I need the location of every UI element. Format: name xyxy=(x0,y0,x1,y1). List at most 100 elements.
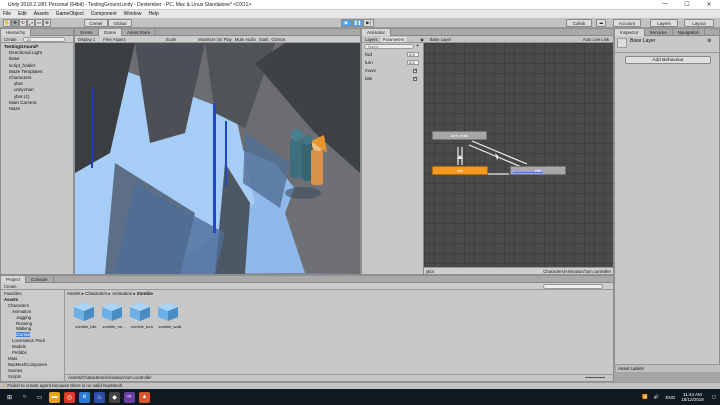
file-explorer-icon[interactable]: ▬ xyxy=(49,391,60,403)
chrome-icon[interactable]: ◎ xyxy=(64,391,75,403)
hand-tool-icon[interactable]: ✋ xyxy=(3,19,11,27)
tray-clock[interactable]: 11:44 AM 18/12/2018 xyxy=(681,392,704,402)
pause-button[interactable]: ❚❚ xyxy=(352,19,363,27)
auto-live-link-toggle[interactable]: Auto Live Link xyxy=(583,37,609,42)
tray-volume-icon[interactable]: 🔊 xyxy=(654,394,660,400)
hierarchy-item[interactable]: Base xyxy=(9,56,19,61)
menu-assets[interactable]: Assets xyxy=(34,11,49,17)
project-folder-item[interactable]: Prefabs xyxy=(12,350,27,355)
menu-gameobject[interactable]: GameObject xyxy=(56,11,84,17)
state-bite[interactable]: bite xyxy=(510,166,566,175)
game-viewport[interactable] xyxy=(75,43,360,274)
inspector-settings-icon[interactable]: ⚙ xyxy=(707,38,711,44)
task-view-icon[interactable]: ▭ xyxy=(34,392,45,403)
windows-start-icon[interactable]: ⊞ xyxy=(4,392,15,403)
tab-project[interactable]: Project xyxy=(1,276,27,283)
breadcrumb-zombie[interactable]: Zombie xyxy=(137,291,153,297)
project-folder-item[interactable]: Running xyxy=(16,321,32,326)
state-idle[interactable]: idle xyxy=(432,166,488,175)
project-folder-item[interactable]: Locomotion Pack xyxy=(12,338,45,343)
step-button[interactable]: ▶| xyxy=(363,19,374,27)
hierarchy-item[interactable]: TestingGround* xyxy=(4,44,38,49)
tab-navigation[interactable]: Navigation xyxy=(673,29,706,36)
input-language[interactable]: ENG xyxy=(665,395,675,400)
tab-game[interactable]: Game xyxy=(98,29,123,36)
menu-help[interactable]: Help xyxy=(148,11,158,17)
hierarchy-item[interactable]: Directional Light xyxy=(9,50,42,55)
menu-component[interactable]: Component xyxy=(91,11,117,17)
animator-graph[interactable]: turn_walk idle bite xyxy=(424,43,613,267)
account-dropdown[interactable]: Account xyxy=(613,19,641,27)
minimize-button[interactable]: — xyxy=(654,1,676,8)
tab-parameters[interactable]: Parameters xyxy=(380,36,407,42)
collab-button[interactable]: Collab xyxy=(566,19,592,27)
animator-breadcrumb[interactable]: Base Layer xyxy=(430,37,451,42)
project-folder-item[interactable]: Zombie xyxy=(16,332,31,338)
stats-toggle[interactable]: Stats xyxy=(259,37,269,42)
aspect-dropdown[interactable]: Free Aspect xyxy=(103,37,125,42)
menu-edit[interactable]: Edit xyxy=(18,11,27,17)
asset-zombie-turn[interactable]: zombie_turn xyxy=(129,302,155,329)
layers-dropdown[interactable]: Layers xyxy=(650,19,678,27)
project-folder-item[interactable]: Walking xyxy=(16,326,31,331)
tab-hierarchy[interactable]: Hierarchy xyxy=(1,29,32,36)
project-search-input[interactable] xyxy=(543,283,603,289)
project-folder-item[interactable]: Jogging xyxy=(16,315,31,320)
project-create-button[interactable]: Create xyxy=(4,284,17,289)
parameter-value[interactable]: 0.0 xyxy=(407,52,419,57)
cloud-icon[interactable]: ☁ xyxy=(596,19,606,27)
project-folder-item[interactable]: Characters xyxy=(8,303,29,308)
tab-services[interactable]: Services xyxy=(645,29,673,36)
breadcrumb-assets[interactable]: Assets xyxy=(67,291,81,297)
hierarchy-item[interactable]: Maze xyxy=(9,106,20,111)
transform-tool-icon[interactable]: ⊕ xyxy=(43,19,51,27)
pivot-toggle[interactable]: Center xyxy=(84,19,108,27)
parameter-row-fwd[interactable]: fwd 0.0 xyxy=(363,51,421,58)
breadcrumb-animation[interactable]: Animation xyxy=(112,291,132,297)
project-folder-item[interactable]: Mats xyxy=(8,356,17,361)
play-button[interactable]: ▶ xyxy=(341,19,352,27)
hierarchy-search-input[interactable]: All xyxy=(22,36,65,42)
gizmos-toggle[interactable]: Gizmos xyxy=(271,37,285,42)
scale-tool-icon[interactable]: ⤢ xyxy=(27,19,35,27)
unity-icon[interactable]: ◆ xyxy=(109,391,120,403)
menu-window[interactable]: Window xyxy=(124,11,142,17)
tab-console[interactable]: Console xyxy=(26,276,54,283)
parameter-checkbox[interactable] xyxy=(413,68,418,74)
move-tool-icon[interactable]: ✥ xyxy=(11,19,19,27)
parameter-row-turn[interactable]: turn 0.0 xyxy=(363,59,421,66)
add-parameter-icon[interactable]: + xyxy=(416,43,419,49)
add-behaviour-button[interactable]: Add Behaviour xyxy=(625,56,711,64)
asset-zombie-walk[interactable]: zombie_walk xyxy=(157,302,183,329)
parameter-row-move[interactable]: move xyxy=(363,67,421,74)
search-icon[interactable]: ○ xyxy=(19,392,30,403)
parameter-checkbox[interactable] xyxy=(413,76,418,82)
tab-inspector[interactable]: Inspector xyxy=(615,29,645,36)
visual-studio-icon[interactable]: ∞ xyxy=(124,391,135,403)
parameter-row-bite[interactable]: bite xyxy=(363,75,421,82)
menu-file[interactable]: File xyxy=(3,11,11,17)
asset-zombie-idle[interactable]: zombie_idle xyxy=(73,302,99,329)
status-message[interactable]: Failed to create agent because there is … xyxy=(7,383,122,388)
project-folder-item[interactable]: Models xyxy=(12,344,26,349)
project-folder-item[interactable]: Assets xyxy=(4,297,18,302)
project-folder-item[interactable]: Scripts xyxy=(8,374,21,379)
state-turn-walk[interactable]: turn_walk xyxy=(432,131,487,140)
hierarchy-item[interactable]: Maze Templates xyxy=(9,69,42,74)
project-folder-item[interactable]: Scenes xyxy=(8,368,22,373)
project-folder-item[interactable]: Favorites xyxy=(4,291,22,296)
asset-labels-header[interactable]: Asset Labels xyxy=(616,365,720,372)
icon-size-slider[interactable] xyxy=(585,377,605,378)
app-icon[interactable]: ▲ xyxy=(139,391,150,403)
hierarchy-create-button[interactable]: Create xyxy=(4,37,17,42)
tab-scene[interactable]: Scene xyxy=(75,29,99,36)
hierarchy-item[interactable]: Main Camera xyxy=(9,100,37,105)
hierarchy-item[interactable]: script_holder xyxy=(9,63,35,68)
notification-icon[interactable]: ▢ xyxy=(712,394,716,400)
hierarchy-item[interactable]: ybot xyxy=(14,81,23,86)
maximize-button[interactable]: ☐ xyxy=(676,1,698,8)
tab-layers[interactable]: Layers xyxy=(365,37,378,42)
animator-eye-icon[interactable]: ◉ xyxy=(420,37,424,42)
mute-audio-toggle[interactable]: Mute Audio xyxy=(235,37,256,42)
display-dropdown[interactable]: Display 1 xyxy=(78,37,95,42)
